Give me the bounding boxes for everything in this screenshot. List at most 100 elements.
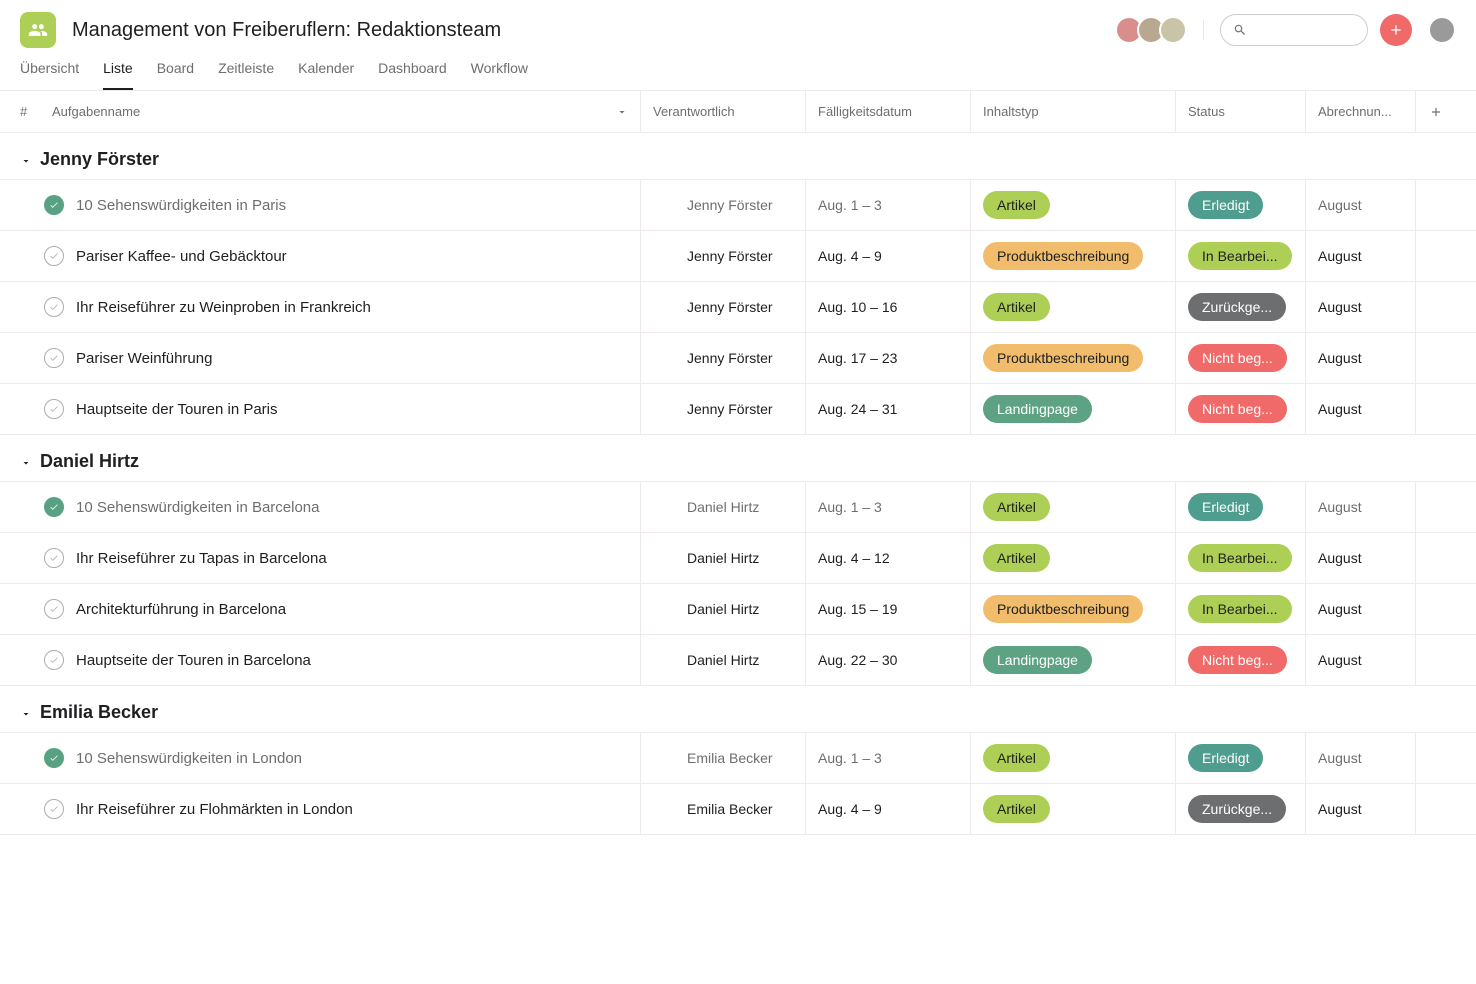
- task-status[interactable]: Nicht beg...: [1176, 635, 1306, 685]
- task-name[interactable]: Pariser Kaffee- und Gebäcktour: [76, 231, 641, 281]
- tab-uebersicht[interactable]: Übersicht: [20, 60, 79, 90]
- task-name[interactable]: Hauptseite der Touren in Barcelona: [76, 635, 641, 685]
- task-due-date[interactable]: Aug. 4 – 9: [806, 231, 971, 281]
- task-name[interactable]: Architekturführung in Barcelona: [76, 584, 641, 634]
- task-billing[interactable]: August: [1306, 784, 1416, 834]
- search-input[interactable]: [1220, 14, 1368, 46]
- task-responsible[interactable]: Jenny Förster: [641, 180, 806, 230]
- task-row[interactable]: 10 Sehenswürdigkeiten in BarcelonaDaniel…: [0, 481, 1476, 533]
- task-due-date[interactable]: Aug. 1 – 3: [806, 180, 971, 230]
- check-open-icon[interactable]: [44, 599, 64, 619]
- task-name[interactable]: Ihr Reiseführer zu Flohmärkten in London: [76, 784, 641, 834]
- check-done-icon[interactable]: [44, 497, 64, 517]
- column-responsible[interactable]: Verantwortlich: [641, 91, 806, 132]
- check-done-icon[interactable]: [44, 195, 64, 215]
- tab-kalender[interactable]: Kalender: [298, 60, 354, 90]
- tab-board[interactable]: Board: [157, 60, 194, 90]
- task-content-type[interactable]: Artikel: [971, 533, 1176, 583]
- task-name[interactable]: Hauptseite der Touren in Paris: [76, 384, 641, 434]
- task-content-type[interactable]: Produktbeschreibung: [971, 584, 1176, 634]
- task-name[interactable]: 10 Sehenswürdigkeiten in Barcelona: [76, 482, 641, 532]
- task-due-date[interactable]: Aug. 1 – 3: [806, 482, 971, 532]
- task-content-type[interactable]: Produktbeschreibung: [971, 333, 1176, 383]
- project-members[interactable]: [1121, 16, 1187, 44]
- check-open-icon[interactable]: [44, 650, 64, 670]
- task-responsible[interactable]: Jenny Förster: [641, 231, 806, 281]
- task-row[interactable]: Ihr Reiseführer zu Flohmärkten in London…: [0, 783, 1476, 835]
- task-responsible[interactable]: Daniel Hirtz: [641, 482, 806, 532]
- tab-dashboard[interactable]: Dashboard: [378, 60, 447, 90]
- task-status[interactable]: In Bearbei...: [1176, 533, 1306, 583]
- task-row[interactable]: Pariser Kaffee- und GebäcktourJenny Förs…: [0, 230, 1476, 282]
- collapse-icon[interactable]: [20, 456, 32, 468]
- tab-liste[interactable]: Liste: [103, 60, 133, 90]
- task-status[interactable]: Zurückge...: [1176, 282, 1306, 332]
- check-open-icon[interactable]: [44, 246, 64, 266]
- task-status[interactable]: In Bearbei...: [1176, 584, 1306, 634]
- task-billing[interactable]: August: [1306, 635, 1416, 685]
- task-responsible[interactable]: Jenny Förster: [641, 384, 806, 434]
- task-row[interactable]: Architekturführung in BarcelonaDaniel Hi…: [0, 583, 1476, 635]
- task-content-type[interactable]: Artikel: [971, 733, 1176, 783]
- task-responsible[interactable]: Emilia Becker: [641, 733, 806, 783]
- column-content-type[interactable]: Inhaltstyp: [971, 91, 1176, 132]
- task-due-date[interactable]: Aug. 4 – 9: [806, 784, 971, 834]
- column-due[interactable]: Fälligkeitsdatum: [806, 91, 971, 132]
- task-billing[interactable]: August: [1306, 533, 1416, 583]
- task-row[interactable]: Hauptseite der Touren in ParisJenny Förs…: [0, 383, 1476, 435]
- section-header[interactable]: Emilia Becker: [0, 686, 1476, 733]
- task-row[interactable]: Ihr Reiseführer zu Tapas in BarcelonaDan…: [0, 532, 1476, 584]
- check-open-icon[interactable]: [44, 799, 64, 819]
- task-due-date[interactable]: Aug. 24 – 31: [806, 384, 971, 434]
- task-due-date[interactable]: Aug. 4 – 12: [806, 533, 971, 583]
- task-due-date[interactable]: Aug. 17 – 23: [806, 333, 971, 383]
- task-responsible[interactable]: Daniel Hirtz: [641, 584, 806, 634]
- task-due-date[interactable]: Aug. 22 – 30: [806, 635, 971, 685]
- section-header[interactable]: Jenny Förster: [0, 133, 1476, 180]
- check-open-icon[interactable]: [44, 399, 64, 419]
- task-status[interactable]: Nicht beg...: [1176, 384, 1306, 434]
- task-status[interactable]: In Bearbei...: [1176, 231, 1306, 281]
- task-name[interactable]: Ihr Reiseführer zu Weinproben in Frankre…: [76, 282, 641, 332]
- task-row[interactable]: 10 Sehenswürdigkeiten in LondonEmilia Be…: [0, 732, 1476, 784]
- collapse-icon[interactable]: [20, 707, 32, 719]
- task-billing[interactable]: August: [1306, 180, 1416, 230]
- column-status[interactable]: Status: [1176, 91, 1306, 132]
- task-due-date[interactable]: Aug. 15 – 19: [806, 584, 971, 634]
- check-open-icon[interactable]: [44, 548, 64, 568]
- collapse-icon[interactable]: [20, 154, 32, 166]
- user-avatar[interactable]: [1428, 16, 1456, 44]
- task-status[interactable]: Nicht beg...: [1176, 333, 1306, 383]
- task-billing[interactable]: August: [1306, 282, 1416, 332]
- task-due-date[interactable]: Aug. 1 – 3: [806, 733, 971, 783]
- task-responsible[interactable]: Jenny Förster: [641, 333, 806, 383]
- task-content-type[interactable]: Artikel: [971, 784, 1176, 834]
- task-row[interactable]: 10 Sehenswürdigkeiten in ParisJenny Förs…: [0, 179, 1476, 231]
- add-column-button[interactable]: [1416, 105, 1456, 119]
- task-status[interactable]: Erledigt: [1176, 180, 1306, 230]
- tab-zeitleiste[interactable]: Zeitleiste: [218, 60, 274, 90]
- add-button[interactable]: [1380, 14, 1412, 46]
- task-name[interactable]: 10 Sehenswürdigkeiten in London: [76, 733, 641, 783]
- task-responsible[interactable]: Jenny Förster: [641, 282, 806, 332]
- check-open-icon[interactable]: [44, 348, 64, 368]
- task-row[interactable]: Pariser WeinführungJenny FörsterAug. 17 …: [0, 332, 1476, 384]
- check-open-icon[interactable]: [44, 297, 64, 317]
- task-content-type[interactable]: Artikel: [971, 282, 1176, 332]
- project-icon[interactable]: [20, 12, 56, 48]
- task-billing[interactable]: August: [1306, 733, 1416, 783]
- task-content-type[interactable]: Landingpage: [971, 384, 1176, 434]
- check-done-icon[interactable]: [44, 748, 64, 768]
- task-status[interactable]: Erledigt: [1176, 482, 1306, 532]
- task-responsible[interactable]: Daniel Hirtz: [641, 635, 806, 685]
- section-header[interactable]: Daniel Hirtz: [0, 435, 1476, 482]
- task-responsible[interactable]: Daniel Hirtz: [641, 533, 806, 583]
- task-status[interactable]: Zurückge...: [1176, 784, 1306, 834]
- task-name[interactable]: Pariser Weinführung: [76, 333, 641, 383]
- task-responsible[interactable]: Emilia Becker: [641, 784, 806, 834]
- task-content-type[interactable]: Artikel: [971, 482, 1176, 532]
- tab-workflow[interactable]: Workflow: [471, 60, 528, 90]
- task-billing[interactable]: August: [1306, 584, 1416, 634]
- task-name[interactable]: Ihr Reiseführer zu Tapas in Barcelona: [76, 533, 641, 583]
- task-content-type[interactable]: Artikel: [971, 180, 1176, 230]
